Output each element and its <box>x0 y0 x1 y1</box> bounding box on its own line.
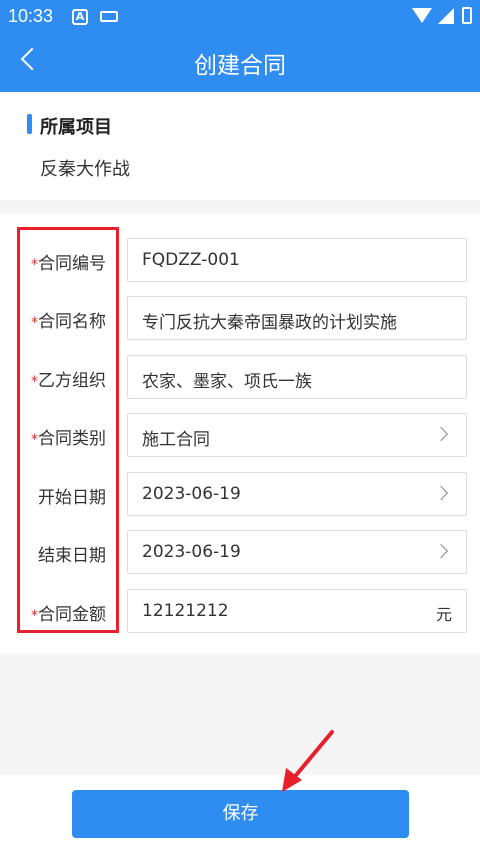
wifi-icon <box>412 8 432 23</box>
field-value: 专门反抗大秦帝国暴政的计划实施 <box>142 313 397 333</box>
chevron-right-icon <box>433 426 449 442</box>
field-value: 2023-06-19 <box>142 542 241 562</box>
party-b-input[interactable]: 农家、墨家、项氏一族 <box>127 355 467 399</box>
field-value: 施工合同 <box>142 430 210 450</box>
chevron-right-icon <box>433 543 449 559</box>
nav-bar: 创建合同 <box>0 34 480 92</box>
currency-unit: 元 <box>435 605 452 624</box>
annotation-highlight-box <box>17 227 119 633</box>
field-value: 12121212 <box>142 601 229 621</box>
field-value: 2023-06-19 <box>142 484 241 504</box>
keyboard-icon <box>100 11 118 22</box>
field-value: 农家、墨家、项氏一族 <box>142 372 312 392</box>
signal-icon <box>438 8 454 24</box>
project-name: 反秦大作战 <box>40 159 130 180</box>
accessibility-icon: A <box>72 9 88 25</box>
start-date-picker[interactable]: 2023-06-19 <box>127 472 467 516</box>
battery-icon <box>462 7 472 24</box>
contract-number-input[interactable]: FQDZZ-001 <box>127 238 467 282</box>
field-value: FQDZZ-001 <box>142 250 240 270</box>
status-bar: 10:33 A <box>0 0 480 34</box>
section-accent-bar <box>27 114 32 134</box>
contract-name-input[interactable]: 专门反抗大秦帝国暴政的计划实施 <box>127 296 467 340</box>
page-title: 创建合同 <box>194 53 286 79</box>
project-section: 所属项目 反秦大作战 <box>0 92 480 200</box>
save-button[interactable]: 保存 <box>72 790 409 838</box>
contract-type-select[interactable]: 施工合同 <box>127 413 467 457</box>
status-time: 10:33 <box>8 6 54 26</box>
end-date-picker[interactable]: 2023-06-19 <box>127 530 467 574</box>
contract-amount-input[interactable]: 12121212 元 <box>127 589 467 633</box>
annotation-arrow-icon <box>282 730 334 792</box>
section-title: 所属项目 <box>40 117 112 138</box>
bottom-bar: 保存 <box>0 775 480 853</box>
chevron-right-icon <box>433 485 449 501</box>
